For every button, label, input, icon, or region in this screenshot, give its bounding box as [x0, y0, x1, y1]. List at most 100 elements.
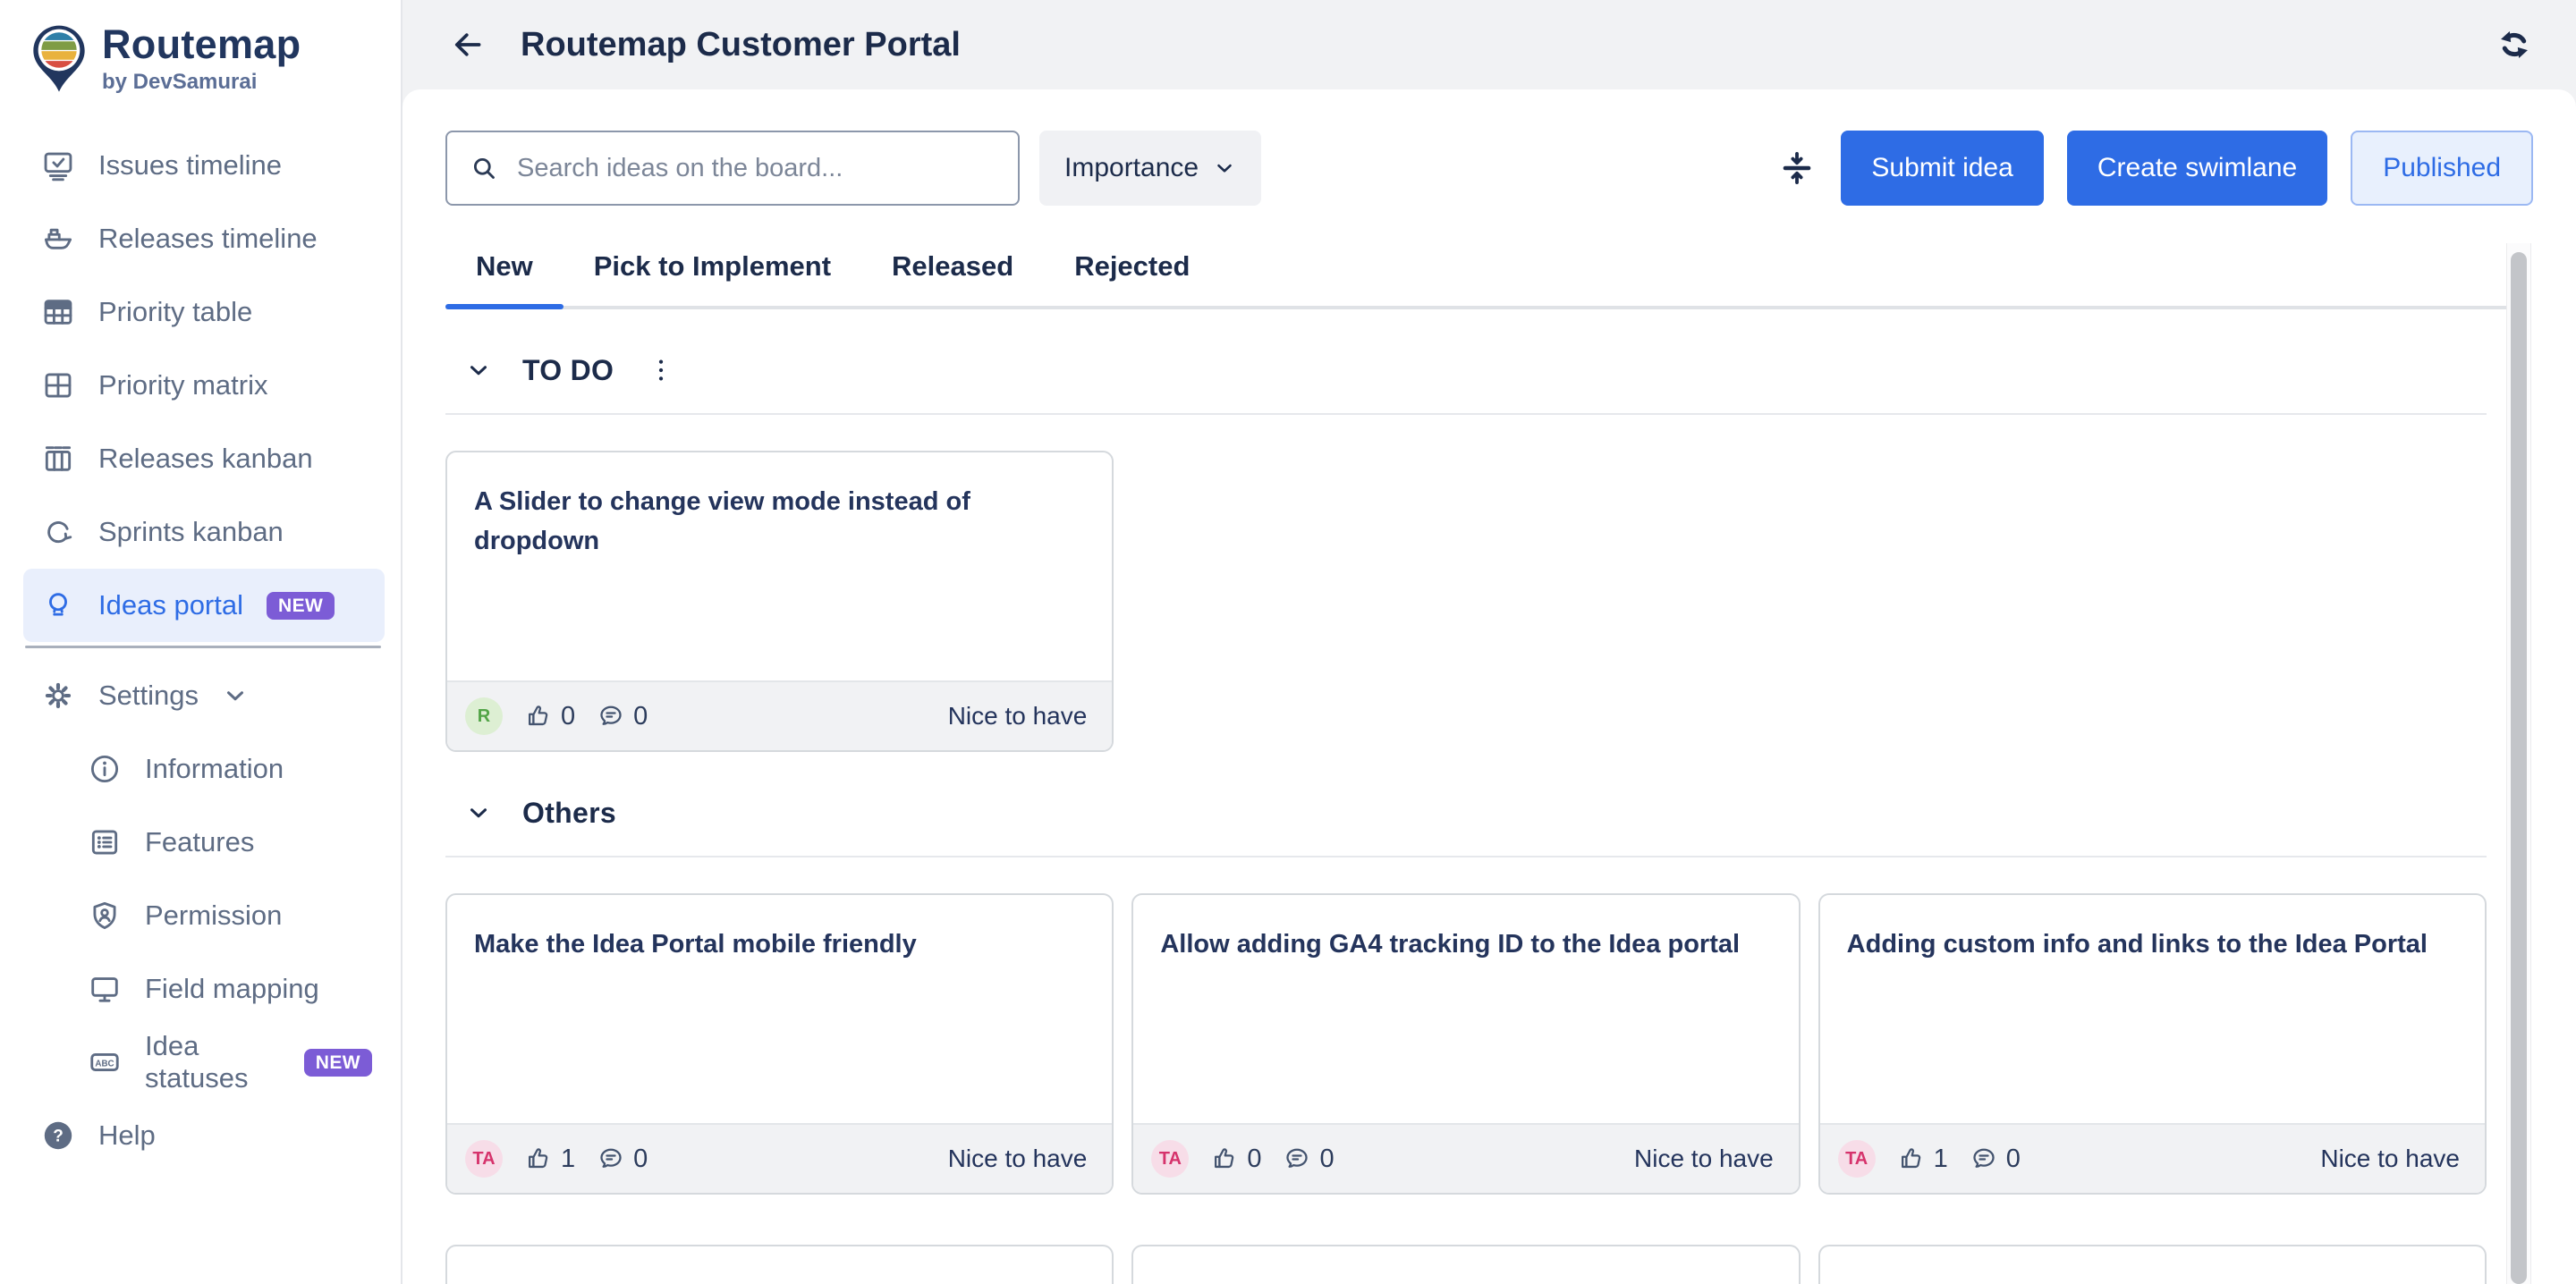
partial-card[interactable] [1131, 1245, 1800, 1284]
sidebar-item-features[interactable]: Features [23, 806, 385, 879]
sidebar-divider [25, 646, 381, 648]
importance-label: Nice to have [948, 1145, 1088, 1173]
board-toolbar: Importance Submit idea Create swimlane P… [445, 131, 2533, 206]
chevron-down-icon [465, 799, 492, 826]
tab-released[interactable]: Released [861, 245, 1044, 309]
avatar: TA [465, 1140, 503, 1178]
svg-text:?: ? [53, 1128, 64, 1146]
comment-stat[interactable]: 0 [597, 1145, 648, 1174]
partial-card[interactable] [445, 1245, 1114, 1284]
like-stat[interactable]: 0 [524, 702, 575, 731]
idea-card[interactable]: A Slider to change view mode instead of … [445, 451, 1114, 752]
comment-icon [1283, 1145, 1311, 1173]
section-header: Others [445, 793, 2533, 832]
sidebar-item-issues-timeline[interactable]: Issues timeline [23, 129, 385, 202]
sidebar-item-priority-matrix[interactable]: Priority matrix [23, 349, 385, 422]
like-count: 0 [561, 702, 575, 731]
scrollbar-thumb[interactable] [2511, 252, 2527, 1284]
chevron-down-icon [222, 682, 249, 709]
sidebar-item-help[interactable]: ? Help [23, 1099, 168, 1172]
new-badge: NEW [267, 592, 335, 620]
like-stat[interactable]: 1 [524, 1145, 575, 1174]
sidebar-item-field-mapping[interactable]: Field mapping [23, 952, 385, 1026]
published-button[interactable]: Published [2351, 131, 2533, 206]
routemap-app: Routemap by DevSamurai Issues timeline R… [0, 0, 2576, 1284]
section-collapse-button[interactable] [465, 799, 492, 826]
idea-card[interactable]: Allow adding GA4 tracking ID to the Idea… [1131, 893, 1800, 1195]
sidebar-item-releases-timeline[interactable]: Releases timeline [23, 202, 385, 275]
idea-card-title: Make the Idea Portal mobile friendly [447, 895, 1112, 965]
sidebar-item-sprints-kanban[interactable]: Sprints kanban [23, 495, 385, 569]
thumbs-up-icon [524, 702, 553, 731]
like-count: 1 [561, 1145, 575, 1174]
comment-count: 0 [1319, 1145, 1334, 1174]
refresh-button[interactable] [2494, 24, 2535, 65]
thumbs-up-icon [524, 1145, 553, 1173]
monitor-icon [88, 972, 122, 1006]
importance-dropdown[interactable]: Importance [1039, 131, 1261, 206]
svg-text:ABC: ABC [95, 1059, 114, 1069]
routemap-logo-icon [30, 23, 88, 95]
grid-2x2-icon [41, 368, 75, 402]
search-box[interactable] [445, 131, 1020, 206]
sidebar-item-permission[interactable]: Permission [23, 879, 385, 952]
section-title: TO DO [522, 354, 614, 387]
back-arrow-icon [449, 26, 487, 63]
tab-new[interactable]: New [445, 245, 564, 309]
ship-icon [41, 222, 75, 256]
sidebar-item-settings[interactable]: Settings [23, 659, 261, 732]
sidebar-item-ideas-portal[interactable]: Ideas portal NEW [23, 569, 385, 642]
sidebar-item-idea-statuses[interactable]: ABC Idea statuses NEW [23, 1026, 385, 1099]
comment-count: 0 [633, 702, 648, 731]
search-input[interactable] [515, 153, 996, 184]
back-button[interactable] [449, 26, 487, 63]
section-menu-button[interactable] [646, 355, 676, 385]
collapse-all-button[interactable] [1776, 148, 1818, 189]
comment-stat[interactable]: 0 [1283, 1145, 1334, 1174]
brand-title: Routemap [102, 23, 301, 67]
info-circle-icon [88, 752, 122, 786]
chevron-down-icon [465, 357, 492, 384]
shield-person-icon [88, 899, 122, 933]
tab-rejected[interactable]: Rejected [1044, 245, 1220, 309]
submit-idea-button[interactable]: Submit idea [1841, 131, 2043, 206]
idea-card-title: Adding custom info and links to the Idea… [1820, 895, 2485, 965]
importance-label: Nice to have [2320, 1145, 2460, 1173]
board-sections: TO DO A Slider to change view mode inste… [445, 351, 2533, 1195]
abc-badge-icon: ABC [88, 1045, 122, 1079]
new-badge: NEW [304, 1049, 372, 1077]
like-stat[interactable]: 1 [1897, 1145, 1948, 1174]
idea-card[interactable]: Make the Idea Portal mobile friendly TA … [445, 893, 1114, 1195]
section-divider [445, 413, 2487, 415]
sidebar-item-information[interactable]: Information [23, 732, 385, 806]
sidebar: Routemap by DevSamurai Issues timeline R… [0, 0, 402, 1284]
importance-label: Nice to have [1634, 1145, 1774, 1173]
section-collapse-button[interactable] [465, 357, 492, 384]
thumbs-up-icon [1210, 1145, 1239, 1173]
sidebar-item-priority-table[interactable]: Priority table [23, 275, 385, 349]
sidebar-nav: Issues timeline Releases timeline Priori… [23, 129, 385, 642]
importance-label: Nice to have [948, 702, 1088, 731]
idea-card-footer: TA 1 0 Nice to have [1820, 1123, 2485, 1193]
page-title: Routemap Customer Portal [521, 26, 961, 64]
cards-grid: Make the Idea Portal mobile friendly TA … [445, 893, 2487, 1195]
partial-card[interactable] [1818, 1245, 2487, 1284]
thumbs-up-icon [1897, 1145, 1926, 1173]
brand-subtitle: by DevSamurai [102, 70, 301, 95]
search-icon [469, 153, 499, 183]
comment-stat[interactable]: 0 [1970, 1145, 2021, 1174]
sidebar-settings-subnav: Information Features Permission Field ma… [23, 732, 385, 1099]
comment-count: 0 [2006, 1145, 2021, 1174]
collapse-vertical-icon [1776, 148, 1818, 189]
create-swimlane-button[interactable]: Create swimlane [2067, 131, 2327, 206]
like-count: 0 [1247, 1145, 1261, 1174]
comment-stat[interactable]: 0 [597, 702, 648, 731]
idea-card[interactable]: Adding custom info and links to the Idea… [1818, 893, 2487, 1195]
lightbulb-icon [41, 588, 75, 622]
comment-count: 0 [633, 1145, 648, 1174]
section-others: Others Make the Idea Portal mobile frien… [445, 793, 2533, 1195]
sidebar-item-releases-kanban[interactable]: Releases kanban [23, 422, 385, 495]
chevron-down-icon [1213, 156, 1236, 180]
tab-pick-to-implement[interactable]: Pick to Implement [564, 245, 861, 309]
like-stat[interactable]: 0 [1210, 1145, 1261, 1174]
